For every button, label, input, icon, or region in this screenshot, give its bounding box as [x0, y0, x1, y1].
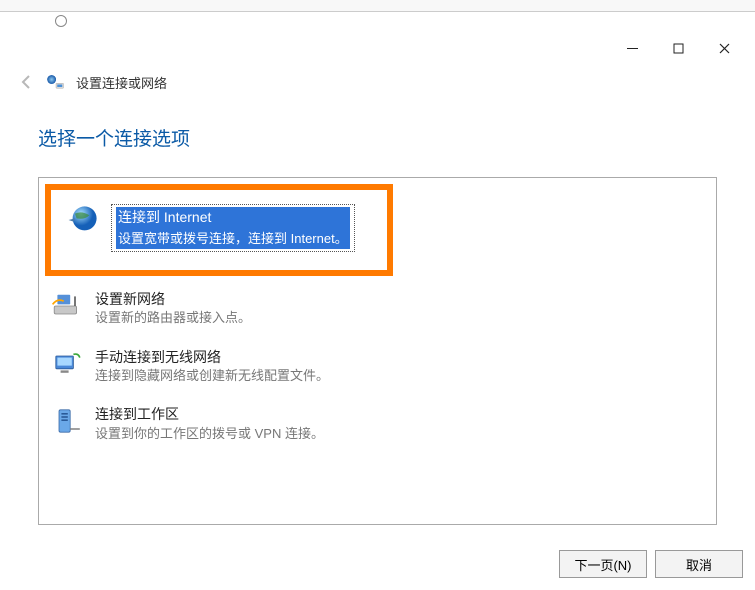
connection-options-list: 连接到 Internet 设置宽带或拨号连接，连接到 Internet。 设置新…: [38, 177, 717, 525]
maximize-button[interactable]: [655, 32, 701, 64]
option-connect-workplace[interactable]: 连接到工作区 设置到你的工作区的拨号或 VPN 连接。: [39, 395, 716, 453]
browser-tab-strip: [0, 0, 755, 12]
option-desc: 设置宽带或拨号连接，连接到 Internet。: [116, 229, 350, 249]
window-titlebar: [0, 30, 755, 66]
wizard-title: 设置连接或网络: [76, 73, 167, 92]
network-wizard-icon: [46, 72, 66, 92]
option-desc: 连接到隐藏网络或创建新无线配置文件。: [95, 367, 329, 385]
option-title: 连接到 Internet: [116, 207, 350, 229]
server-icon: [51, 405, 83, 437]
option-desc: 设置到你的工作区的拨号或 VPN 连接。: [95, 425, 324, 443]
minimize-button[interactable]: [609, 32, 655, 64]
option-manual-wireless[interactable]: 手动连接到无线网络 连接到隐藏网络或创建新无线配置文件。: [39, 338, 716, 396]
cancel-button[interactable]: 取消: [655, 550, 743, 578]
browser-url-row: [0, 12, 755, 30]
close-button[interactable]: [701, 32, 747, 64]
option-desc: 设置新的路由器或接入点。: [95, 309, 251, 327]
option-title: 连接到工作区: [95, 405, 324, 425]
page-heading: 选择一个连接选项: [38, 124, 717, 151]
wizard-header: 设置连接或网络: [0, 66, 755, 92]
option-title: 设置新网络: [95, 290, 251, 310]
main-content: 选择一个连接选项 连接到 Internet 设置宽带或拨号连接，连接到 Inte…: [0, 92, 755, 525]
monitor-wifi-icon: [51, 348, 83, 380]
back-arrow-icon[interactable]: [18, 73, 36, 91]
router-icon: [51, 290, 83, 322]
url-info-icon: [55, 15, 67, 27]
next-button[interactable]: 下一页(N): [559, 550, 647, 578]
globe-icon: [67, 204, 99, 236]
wizard-footer: 下一页(N) 取消: [559, 550, 743, 578]
annotation-highlight: 连接到 Internet 设置宽带或拨号连接，连接到 Internet。: [45, 184, 393, 276]
option-setup-network[interactable]: 设置新网络 设置新的路由器或接入点。: [39, 280, 716, 338]
option-title: 手动连接到无线网络: [95, 348, 329, 368]
option-connect-internet[interactable]: 连接到 Internet 设置宽带或拨号连接，连接到 Internet。: [55, 194, 367, 262]
